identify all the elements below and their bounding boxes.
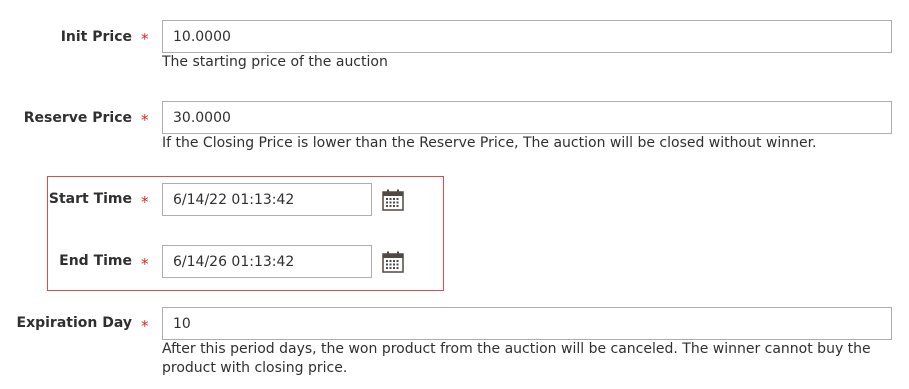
expiration-day-label: Expiration Day [16,315,132,331]
init-price-input[interactable] [162,20,892,53]
calendar-icon[interactable] [382,189,404,211]
init-price-label: Init Price [60,29,132,45]
reserve-price-input[interactable] [162,101,892,134]
reserve-price-note: If the Closing Price is lower than the R… [162,135,817,151]
required-mark: * [141,30,149,48]
expiration-day-input[interactable] [162,307,892,340]
end-time-input[interactable] [162,245,372,278]
expiration-day-note: After this period days, the won product … [162,341,871,376]
required-mark: * [141,111,149,129]
required-mark: * [141,317,149,335]
init-price-note: The starting price of the auction [162,54,388,70]
auction-settings-form: Init Price * The starting price of the a… [0,0,909,389]
required-mark: * [141,193,149,211]
end-time-label: End Time [59,253,132,269]
reserve-price-label: Reserve Price [23,110,132,126]
start-time-input[interactable] [162,183,372,216]
calendar-icon[interactable] [382,251,404,273]
start-time-label: Start Time [48,191,132,207]
required-mark: * [141,255,149,273]
